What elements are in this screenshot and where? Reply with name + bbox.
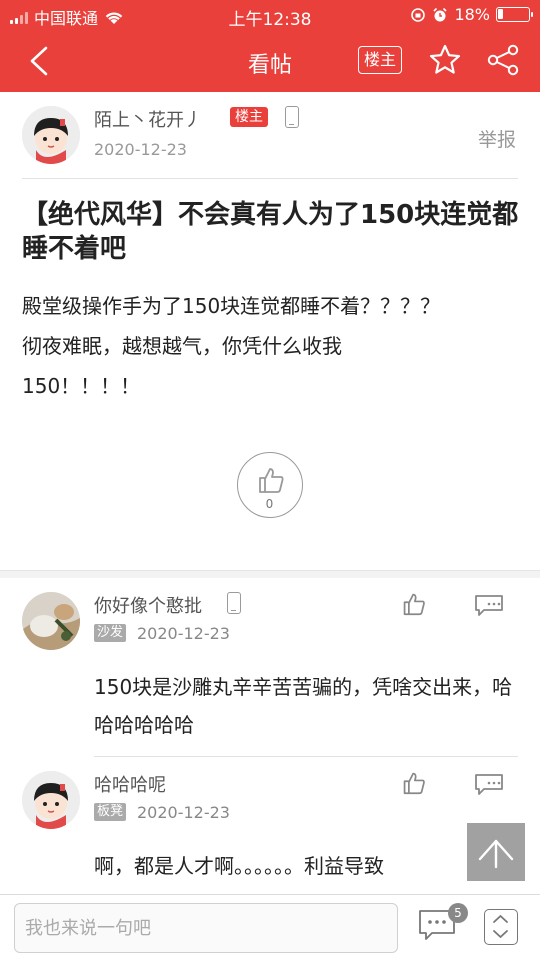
thumbs-up-icon[interactable] [402, 771, 426, 795]
post-title: 【绝代风华】不会真有人为了150块连觉都睡不着吧 [22, 200, 519, 264]
reply-bubble-icon[interactable] [474, 594, 504, 616]
author-header: 陌上丶花开丿 楼主 2020-12-23 举报 [0, 92, 540, 178]
reply-input[interactable] [14, 903, 398, 953]
like-count: 0 [265, 497, 274, 511]
battery-icon [496, 7, 533, 22]
comment-text: 啊，都是人才啊。。。。。。利益导致 [94, 854, 384, 878]
phone-icon [285, 106, 299, 128]
divider [22, 178, 518, 179]
post-body-line: 彻夜难眠，越想越气，你凭什么收我 [22, 334, 342, 358]
commenter-name[interactable]: 哈哈哈呢 [94, 771, 166, 797]
thumbs-up-icon[interactable] [402, 592, 426, 616]
battery-percent: 18% [454, 5, 490, 24]
post-like-button[interactable]: 0 [237, 452, 303, 518]
battery-level [498, 9, 504, 19]
post-body: 殿堂级操作手为了150块连觉都睡不着？？？？ 彻夜难眠，越想越气，你凭什么收我 … [22, 286, 522, 406]
post-body-line: 150！！！！ [22, 374, 141, 398]
share-icon[interactable] [486, 43, 520, 77]
scroll-toggle-button[interactable] [484, 909, 518, 945]
comment-item: 你好像个憨批 沙发 2020-12-23 150块是沙雕丸辛辛苦苦骗的，凭啥交出… [0, 578, 540, 756]
comment-text: 150块是沙雕丸辛辛苦苦骗的，凭啥交出来，哈哈哈哈哈哈 [94, 675, 513, 737]
owner-badge: 楼主 [230, 107, 268, 127]
post-date: 2020-12-23 [94, 140, 187, 159]
thumbs-up-icon [259, 468, 284, 493]
alarm-icon [433, 7, 448, 21]
status-right: 18% [410, 5, 533, 24]
commenter-avatar[interactable] [22, 771, 80, 829]
commenter-name[interactable]: 你好像个憨批 [94, 592, 202, 618]
back-to-top-button[interactable] [467, 823, 525, 881]
star-icon[interactable] [428, 43, 462, 77]
comment-date: 2020-12-23 [137, 803, 230, 822]
status-bar: 中国联通 上午12:38 18% [0, 0, 540, 30]
floor-tag: 板凳 [94, 803, 127, 821]
only-owner-button[interactable]: 楼主 [358, 46, 402, 74]
author-avatar[interactable] [22, 106, 80, 164]
comment-date: 2020-12-23 [137, 624, 230, 643]
screen: 中国联通 上午12:38 18% 看帖 楼主 陌上丶花开丿 楼主 2020-12… [0, 0, 540, 960]
post-body-line: 殿堂级操作手为了150块连觉都睡不着？？？？ [22, 294, 441, 318]
comment-item: 哈哈哈呢 板凳 2020-12-23 啊，都是人才啊。。。。。。利益导致 [0, 757, 540, 897]
rotation-lock-icon [411, 7, 426, 22]
up-arrow-icon [478, 839, 514, 869]
bottom-bar: 5 [0, 894, 540, 960]
section-separator [0, 570, 540, 578]
floor-tag: 沙发 [94, 624, 127, 642]
author-name[interactable]: 陌上丶花开丿 [94, 106, 202, 132]
nav-bar: 看帖 楼主 [0, 30, 540, 92]
scroll-toggle-icon [493, 915, 508, 938]
reply-bubble-icon[interactable] [474, 773, 504, 795]
comment-count-badge: 5 [448, 903, 468, 923]
commenter-avatar[interactable] [22, 592, 80, 650]
phone-icon [227, 592, 241, 614]
report-button[interactable]: 举报 [478, 125, 516, 152]
